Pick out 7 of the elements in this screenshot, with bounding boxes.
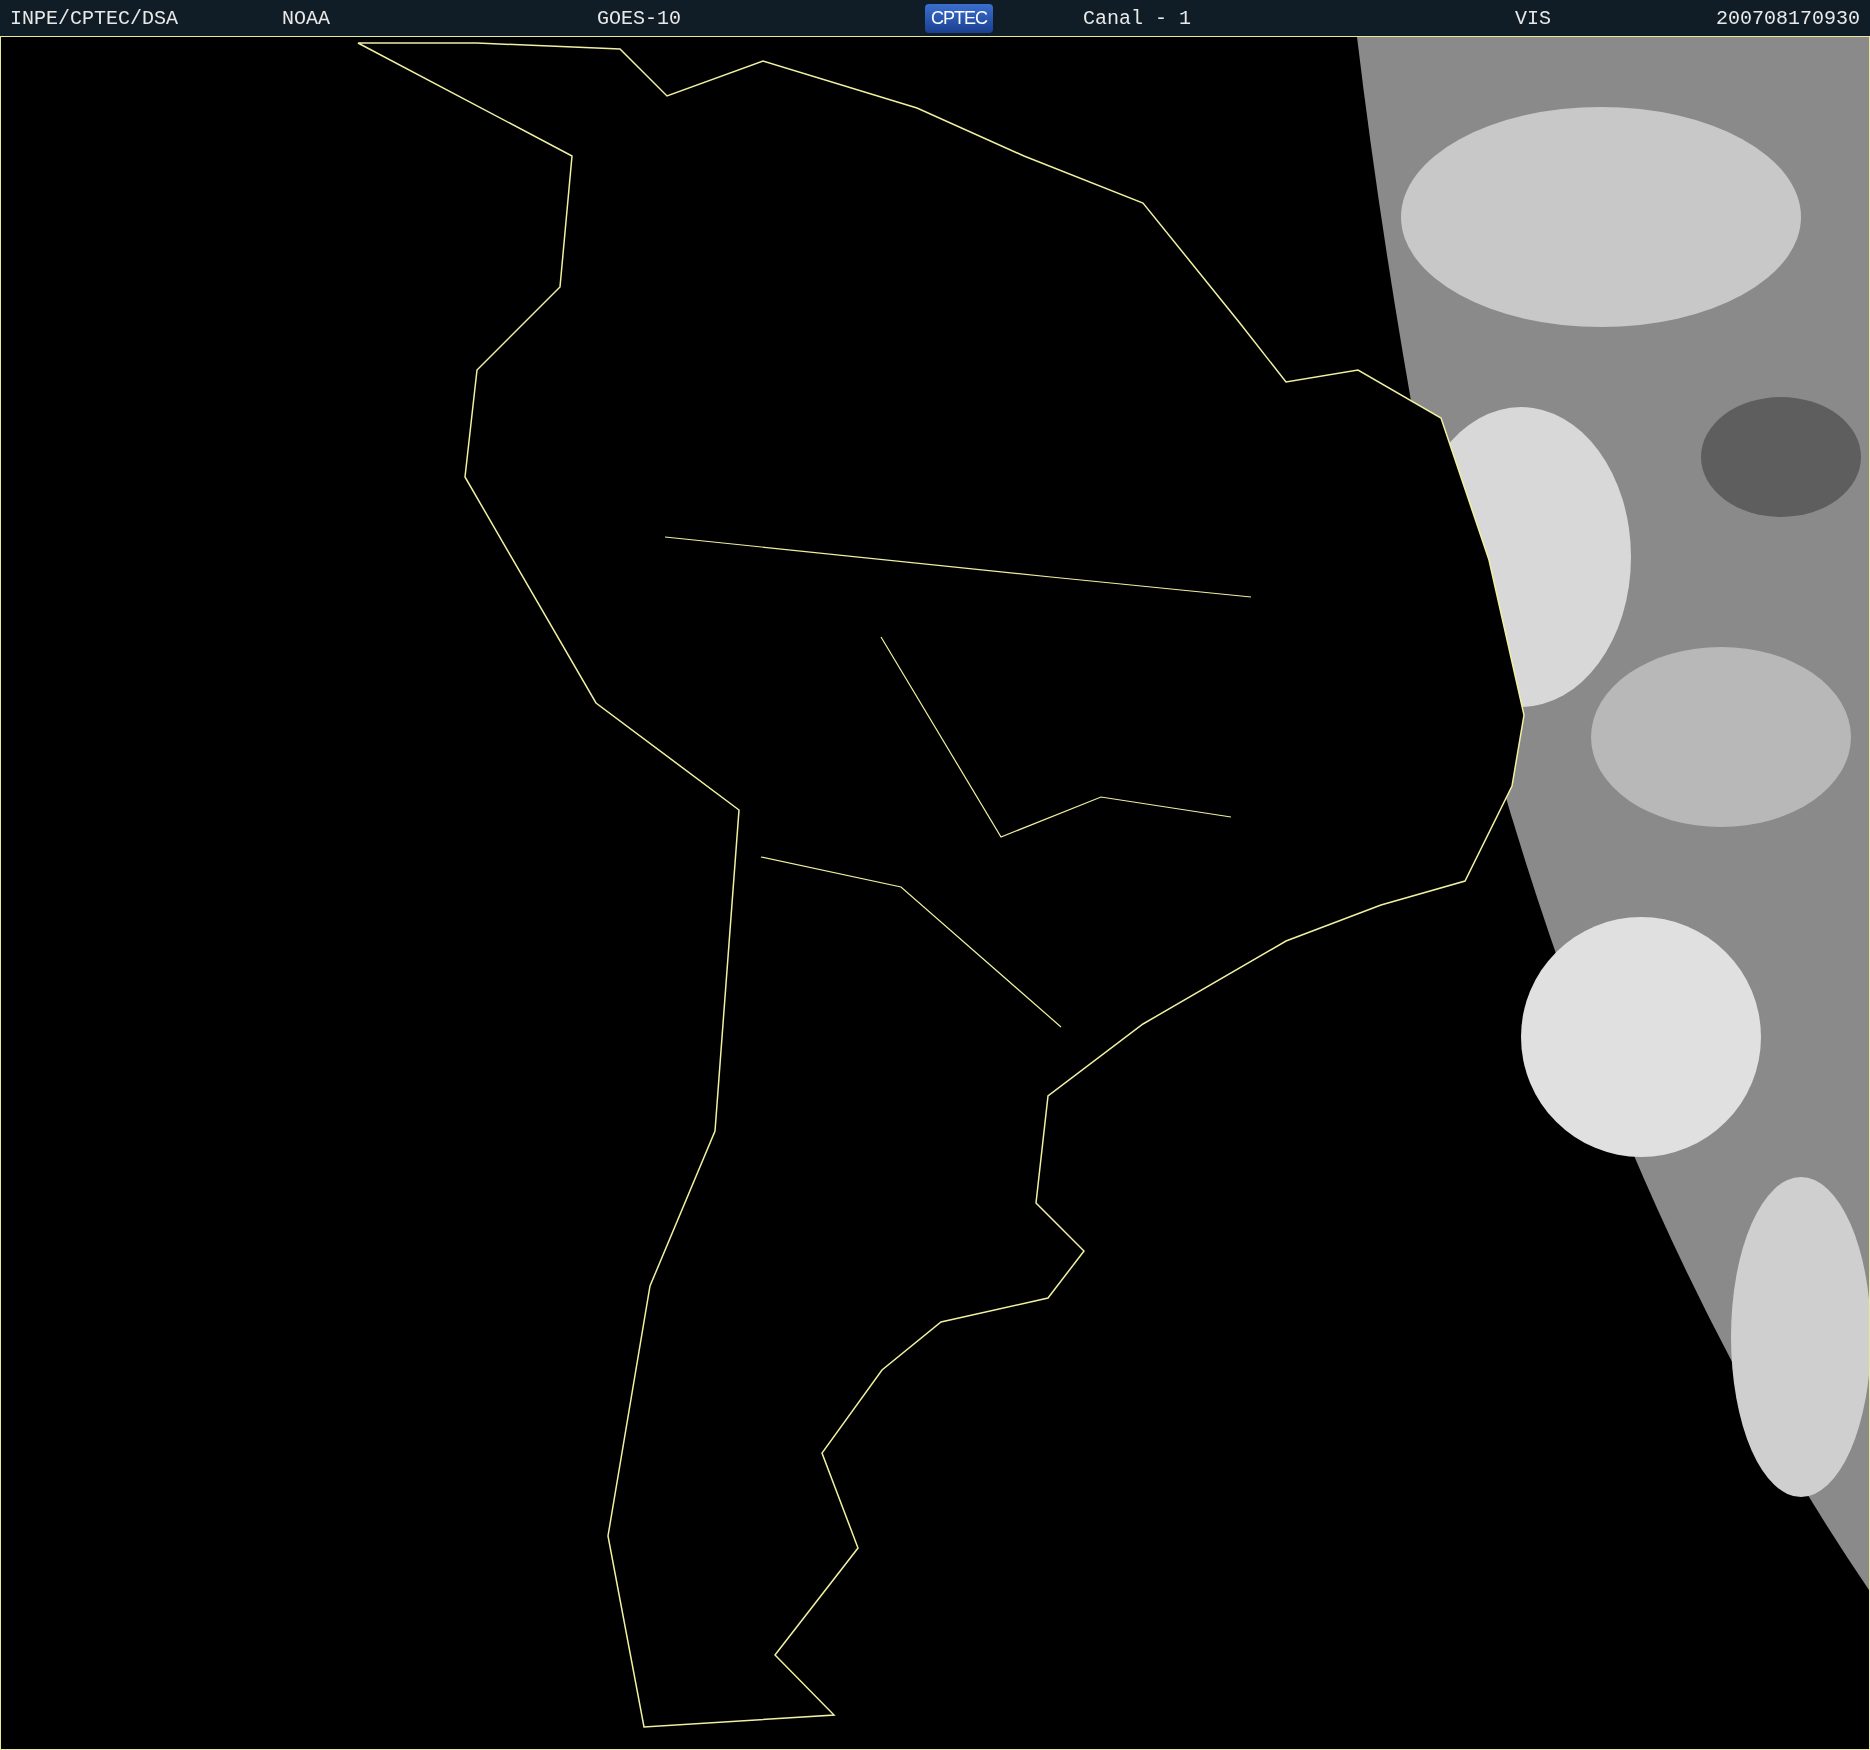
header-label: Canal - 1 <box>1083 6 1192 30</box>
header-label: VIS <box>1515 6 1551 30</box>
logo: CPTEC <box>925 3 993 33</box>
header-label: 200708170930 <box>1715 6 1860 30</box>
header-label: GOES-10 <box>597 6 681 30</box>
header-label: INPE/CPTEC/DSA <box>10 6 179 30</box>
header-label: NOAA <box>282 6 330 30</box>
